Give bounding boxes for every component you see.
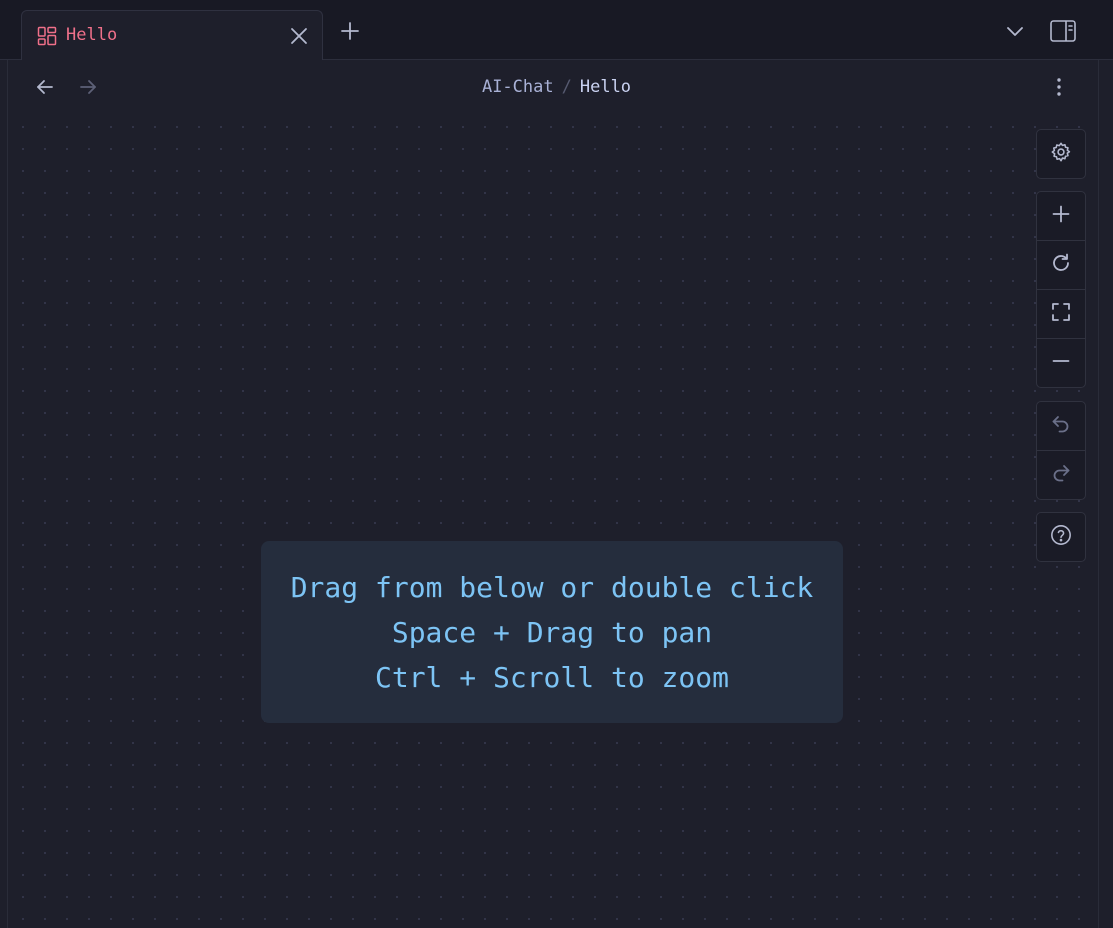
help-group (1036, 512, 1086, 562)
chevron-down-icon[interactable] (1004, 20, 1026, 42)
dashboard-grid-icon (37, 26, 57, 46)
arrow-right-icon[interactable] (77, 76, 99, 98)
undo-icon (1050, 413, 1072, 439)
hint-line-pan: Space + Drag to pan (391, 616, 713, 649)
settings-group (1036, 129, 1086, 179)
redo-button[interactable] (1037, 450, 1085, 499)
help-icon (1050, 524, 1072, 550)
history-group (1036, 401, 1086, 500)
canvas-hint: Drag from below or double click Space + … (261, 541, 843, 723)
plus-icon (1050, 203, 1072, 229)
fullscreen-icon (1050, 301, 1072, 327)
breadcrumb-parent[interactable]: AI-Chat (482, 77, 554, 97)
zoom-out-button[interactable] (1037, 338, 1085, 387)
zoom-group (1036, 191, 1086, 388)
refresh-icon (1050, 252, 1072, 278)
help-button[interactable] (1037, 513, 1085, 561)
new-tab-plus-icon[interactable] (339, 20, 361, 42)
hint-line-zoom: Ctrl + Scroll to zoom (374, 661, 729, 694)
sidebar-toggle-icon[interactable] (1049, 17, 1077, 45)
zoom-in-button[interactable] (1037, 192, 1085, 240)
tab-hello[interactable]: Hello (21, 10, 323, 60)
fit-view-button[interactable] (1037, 289, 1085, 338)
gear-icon (1050, 141, 1072, 167)
more-vertical-icon[interactable] (1048, 76, 1070, 98)
arrow-left-icon[interactable] (34, 76, 56, 98)
breadcrumb-separator: / (561, 77, 572, 97)
close-icon[interactable] (288, 25, 310, 47)
hint-line-drag: Drag from below or double click (290, 571, 814, 604)
breadcrumb-current[interactable]: Hello (580, 77, 631, 97)
tab-bar: Hello (0, 0, 1113, 60)
app-window: Hello AI-Chat / Hello Drag from below or… (0, 0, 1113, 928)
minus-icon (1050, 350, 1072, 376)
settings-button[interactable] (1037, 130, 1085, 178)
canvas[interactable] (8, 112, 1098, 928)
redo-icon (1050, 462, 1072, 488)
right-border (1098, 60, 1099, 928)
undo-button[interactable] (1037, 402, 1085, 450)
breadcrumb: AI-Chat / Hello (0, 74, 1113, 100)
reset-zoom-button[interactable] (1037, 240, 1085, 289)
tab-label: Hello (66, 25, 118, 45)
